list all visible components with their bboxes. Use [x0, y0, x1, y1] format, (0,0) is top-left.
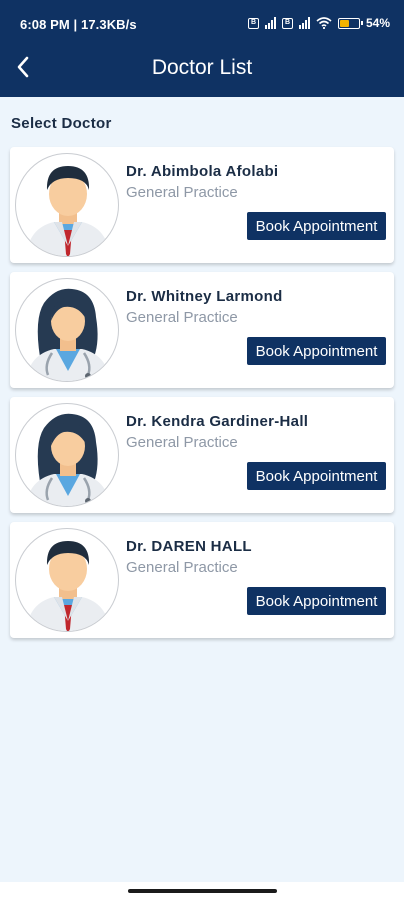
male-doctor-icon: [15, 528, 119, 632]
book-appointment-button[interactable]: Book Appointment: [247, 587, 386, 615]
status-bar: 6:08 PM | 17.3KB/s B B 54%: [0, 0, 404, 42]
book-appointment-button[interactable]: Book Appointment: [247, 462, 386, 490]
status-time: 6:08 PM | 17.3KB/s: [20, 17, 137, 32]
app-header: 6:08 PM | 17.3KB/s B B 54% Doctor List: [0, 0, 404, 97]
home-gesture-handle[interactable]: [128, 889, 277, 893]
doctor-card[interactable]: Dr. Whitney Larmond General Practice Boo…: [10, 272, 394, 388]
female-doctor-icon: [15, 278, 119, 382]
wifi-icon: [316, 17, 332, 29]
doctor-card[interactable]: Dr. Kendra Gardiner-Hall General Practic…: [10, 397, 394, 513]
status-icons: B B 54%: [247, 16, 390, 30]
signal2-icon: [298, 17, 310, 29]
battery-icon: [337, 17, 363, 29]
page-title: Doctor List: [151, 56, 253, 79]
signal-icon: [264, 17, 276, 29]
doctor-name: Dr. Abimbola Afolabi: [126, 163, 279, 180]
sim2-icon: B: [281, 17, 293, 29]
female-doctor-icon: [15, 403, 119, 507]
doctor-specialty: General Practice: [126, 434, 238, 451]
doctor-specialty: General Practice: [126, 559, 238, 576]
male-doctor-icon: [15, 153, 119, 257]
doctor-list-screen: Select Doctor Dr. Abimbola Afolabi Gener…: [0, 97, 404, 882]
doctor-card[interactable]: Dr. DAREN HALL General Practice Book App…: [10, 522, 394, 638]
doctor-card[interactable]: Dr. Abimbola Afolabi General Practice Bo…: [10, 147, 394, 263]
book-appointment-button[interactable]: Book Appointment: [247, 337, 386, 365]
book-appointment-button[interactable]: Book Appointment: [247, 212, 386, 240]
navigation-bar: [0, 882, 404, 900]
doctor-name: Dr. Whitney Larmond: [126, 288, 283, 305]
doctor-specialty: General Practice: [126, 184, 238, 201]
doctor-specialty: General Practice: [126, 309, 238, 326]
sim-icon: B: [247, 17, 259, 29]
battery-percent: 54%: [365, 16, 390, 30]
doctor-name: Dr. Kendra Gardiner-Hall: [126, 413, 309, 430]
section-title: Select Doctor: [11, 115, 112, 132]
doctor-name: Dr. DAREN HALL: [126, 538, 252, 555]
